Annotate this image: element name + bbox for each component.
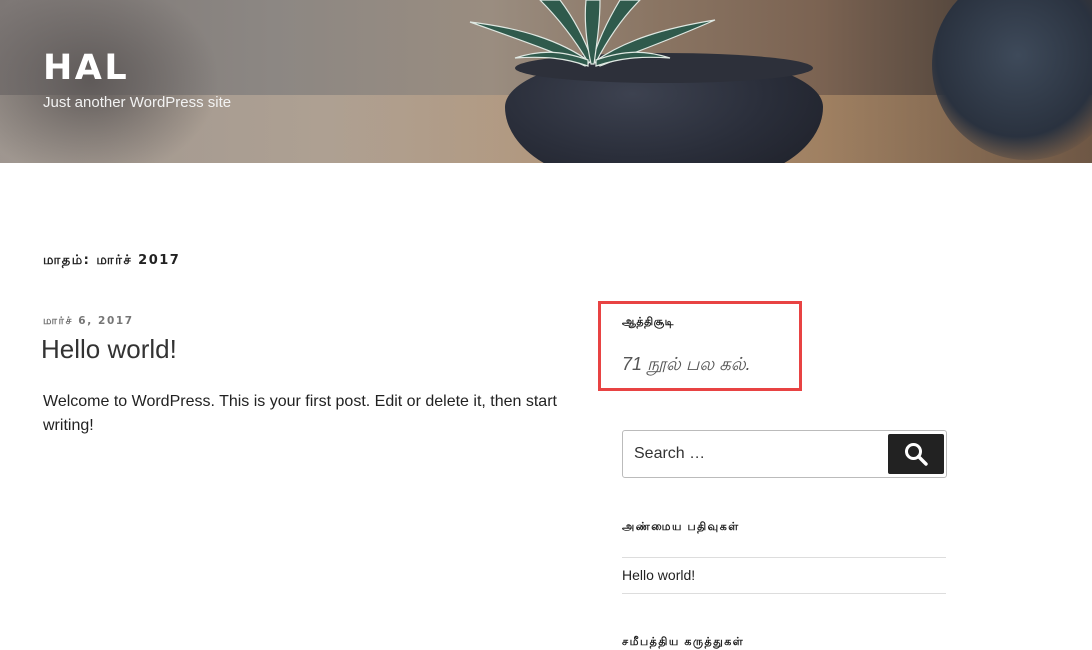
recent-posts-list: Hello world!: [622, 557, 946, 594]
text-widget-title: ஆத்திசூடி: [622, 316, 674, 328]
recent-posts-title: அண்மைய பதிவுகள்: [622, 521, 740, 533]
post-excerpt: Welcome to WordPress. This is your first…: [43, 393, 557, 434]
site-title[interactable]: HAL: [43, 48, 231, 88]
search-icon: [905, 443, 928, 466]
archive-title: மாதம்: மார்ச் 2017: [43, 253, 181, 268]
highlight-box: [598, 301, 802, 391]
site-header: HAL Just another WordPress site: [0, 0, 1092, 163]
header-image-plant: [469, 0, 716, 67]
recent-comments-title: சமீபத்திய கருத்துகள்: [622, 636, 745, 648]
search-input[interactable]: [623, 431, 883, 477]
post-title[interactable]: Hello world!: [41, 334, 177, 365]
recent-post-item[interactable]: Hello world!: [622, 557, 946, 594]
site-branding: HAL Just another WordPress site: [43, 48, 231, 111]
search-button[interactable]: [888, 434, 944, 474]
search-form: [622, 430, 947, 478]
text-widget-body: 71 நூல் பல கல்.: [622, 354, 751, 374]
post-date[interactable]: மார்ச் 6, 2017: [43, 315, 134, 328]
site-description: Just another WordPress site: [43, 94, 232, 111]
